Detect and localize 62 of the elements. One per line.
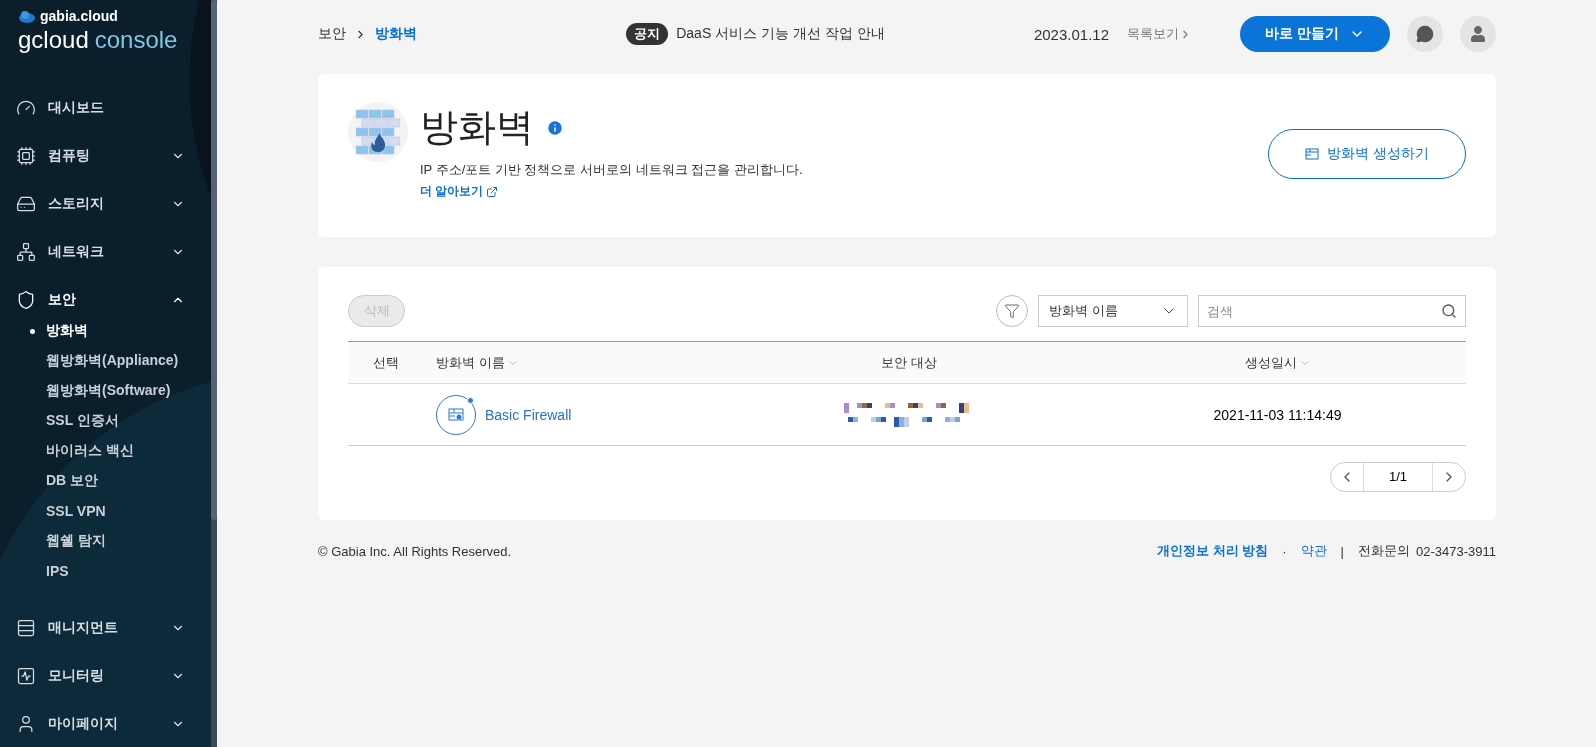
user-icon — [1470, 26, 1486, 42]
column-header[interactable]: 방화벽 이름 — [424, 353, 729, 372]
submenu-item[interactable]: 바이러스 백신 — [0, 436, 211, 466]
table-cell-text: 2021-11-03 11:14:49 — [1212, 406, 1343, 423]
filter-select[interactable]: 방화벽 이름 — [1038, 295, 1188, 327]
page-description: IP 주소/포트 기반 정책으로 서버로의 네트워크 접근을 관리합니다. — [420, 161, 804, 179]
separator-label: | — [1340, 543, 1344, 559]
nav-icon — [16, 618, 36, 638]
search-field[interactable]: 검색 — [1198, 295, 1466, 327]
create-button[interactable]: 바로 만들기 — [1240, 16, 1390, 52]
page-title: 방화벽 — [420, 105, 534, 150]
nav-item[interactable]: 대시보드 — [0, 84, 211, 132]
column-header[interactable]: 생성일시 — [1089, 353, 1466, 372]
copyright-text: © Gabia Inc. All Rights Reserved. — [318, 543, 512, 559]
submenu-item[interactable]: SSL VPN — [0, 496, 211, 526]
external-link-icon — [486, 185, 499, 198]
list-link[interactable]: 목록보기 — [1127, 25, 1192, 43]
firewall-icon — [356, 108, 400, 156]
column-header: 보안 대상 — [880, 353, 938, 372]
info-icon[interactable] — [546, 118, 564, 137]
nav-item[interactable]: 컴퓨팅 — [0, 132, 211, 180]
breadcrumb-item[interactable]: 보안 — [318, 25, 346, 43]
page-indicator: 1/1 — [1363, 463, 1433, 491]
submenu-item[interactable]: SSL 인증서 — [0, 406, 211, 436]
submenu-item[interactable]: DB 보안 — [0, 466, 211, 496]
submenu-item[interactable]: IPS — [0, 556, 211, 586]
product-logo: gcloud console — [18, 26, 179, 54]
nav-item[interactable]: 매니지먼트 — [0, 604, 211, 652]
phone-number: 02-3473-3911 — [1416, 543, 1496, 559]
chat-bubble-icon — [1416, 25, 1434, 43]
chat-button[interactable] — [1407, 16, 1443, 52]
window-icon — [1305, 148, 1320, 160]
nav-item[interactable]: 모니터링 — [0, 652, 211, 700]
submenu-item[interactable]: 웹방화벽(Software) — [0, 376, 211, 406]
privacy-policy-link[interactable]: 개인정보 처리 방침 — [1157, 542, 1269, 560]
terms-link[interactable]: 약관 — [1300, 542, 1327, 560]
nav-item[interactable]: 네트워크 — [0, 228, 211, 276]
breadcrumb-item[interactable]: 방화벽 — [375, 25, 417, 43]
column-header: 선택 — [372, 353, 400, 372]
separator-dot: · — [1282, 543, 1287, 559]
notice-date: 2023.01.12 — [1033, 25, 1109, 43]
nav-icon — [16, 666, 36, 686]
learn-more-link[interactable]: 더 알아보기 — [420, 183, 499, 200]
filter-button[interactable] — [996, 295, 1028, 327]
notice-badge: 공지 — [626, 23, 669, 45]
create-firewall-button[interactable]: 방화벽 생성하기 — [1268, 129, 1466, 179]
firewall-name-link[interactable]: Basic Firewall — [485, 406, 572, 423]
notice-text[interactable]: DaaS 서비스 기능 개선 작업 안내 — [676, 25, 885, 43]
nav-item[interactable]: 스토리지 — [0, 180, 211, 228]
user-button[interactable] — [1460, 16, 1496, 52]
submenu-item[interactable]: 웹쉘 탐지 — [0, 526, 211, 556]
nav-icon — [16, 242, 36, 262]
nav-item[interactable]: 마이페이지 — [0, 700, 211, 747]
brand-logo: gabia.cloud — [18, 8, 211, 24]
search-icon[interactable] — [1441, 303, 1457, 319]
nav-icon — [16, 146, 36, 166]
phone-label: 전화문의 — [1358, 542, 1410, 560]
submenu-item[interactable]: 웹방화벽(Appliance) — [0, 346, 211, 376]
filter-icon — [1004, 303, 1020, 319]
scrollbar-thumb[interactable] — [211, 0, 217, 520]
nav-icon — [16, 194, 36, 214]
nav-icon — [16, 290, 36, 310]
